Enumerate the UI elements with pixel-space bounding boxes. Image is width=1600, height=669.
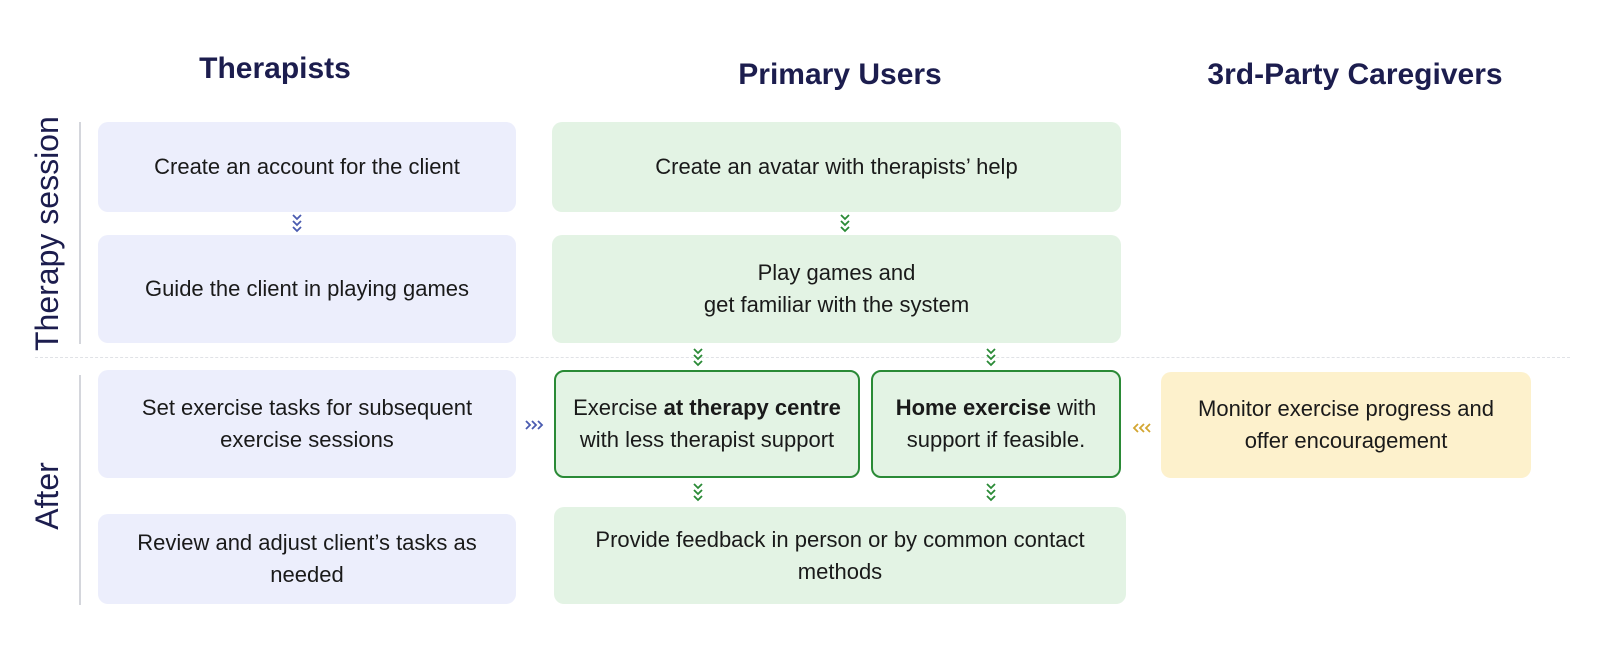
row-line-therapy-session	[79, 122, 81, 344]
primary-feedback: Provide feedback in person or by common …	[554, 507, 1126, 604]
arrow-down-primary-home	[986, 348, 996, 367]
header-caregivers: 3rd-Party Caregivers	[1207, 58, 1503, 91]
arrow-down-home-feedback	[986, 483, 996, 502]
row-label-after: After	[29, 462, 65, 530]
therapist-guide-games: Guide the client in playing games	[98, 235, 516, 343]
primary-play-games-line1: Play games and	[757, 260, 916, 285]
primary-home-exercise-line1: Home exercise with	[896, 392, 1097, 424]
section-divider	[35, 357, 1570, 358]
arrow-down-primary-1	[840, 214, 850, 233]
arrow-down-primary-centre	[693, 348, 703, 367]
therapist-set-tasks-text: Set exercise tasks for subsequent exerci…	[141, 395, 473, 452]
caregiver-monitor: Monitor exercise progress and offer enco…	[1161, 372, 1531, 478]
home-bold-text: Home exercise	[895, 395, 1052, 420]
arrow-right-therapist-to-centre	[525, 420, 544, 430]
primary-create-avatar: Create an avatar with therapists’ help	[552, 122, 1121, 212]
primary-play-games-line2: get familiar with the system	[703, 292, 970, 317]
therapist-create-account: Create an account for the client	[98, 122, 516, 212]
arrow-down-therapist-1	[292, 214, 302, 233]
therapist-create-account-text: Create an account for the client	[154, 154, 460, 179]
caregiver-monitor-text: Monitor exercise progress and offer enco…	[1198, 396, 1494, 453]
primary-play-games: Play games and get familiar with the sys…	[552, 235, 1121, 343]
therapist-review-tasks: Review and adjust client’s tasks as need…	[98, 514, 516, 604]
primary-exercise-centre-line1: Exercise at therapy centre	[573, 392, 841, 424]
primary-home-exercise-line2: support if feasible.	[906, 427, 1086, 452]
primary-exercise-centre-line2: with less therapist support	[579, 427, 835, 452]
primary-create-avatar-text: Create an avatar with therapists’ help	[655, 154, 1018, 179]
header-primary-users: Primary Users	[738, 58, 942, 91]
centre-pre-text: Exercise	[573, 395, 664, 420]
arrow-down-centre-feedback	[693, 483, 703, 502]
therapist-review-tasks-text: Review and adjust client’s tasks as need…	[137, 530, 477, 587]
centre-bold-text: at therapy centre	[663, 395, 841, 420]
row-line-after	[79, 375, 81, 605]
home-post-text: with	[1051, 395, 1097, 420]
primary-feedback-text: Provide feedback in person or by common …	[595, 526, 1085, 584]
therapist-set-tasks: Set exercise tasks for subsequent exerci…	[98, 370, 516, 478]
primary-home-exercise: Home exercise with support if feasible.	[871, 370, 1121, 478]
header-therapists: Therapists	[199, 52, 351, 85]
therapist-guide-games-text: Guide the client in playing games	[144, 276, 470, 301]
primary-exercise-centre: Exercise at therapy centre with less the…	[554, 370, 860, 478]
arrow-left-caregiver-to-home	[1132, 423, 1151, 433]
row-label-therapy-session: Therapy session	[29, 116, 65, 351]
